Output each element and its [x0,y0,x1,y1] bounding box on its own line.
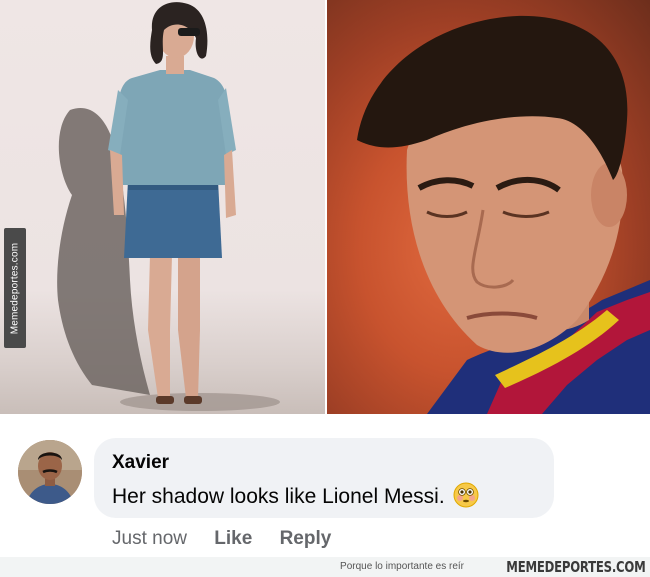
footer-bar: Porque lo importante es reír MEMEDEPORTE… [0,557,650,577]
woman-illustration [57,2,280,411]
comment-timestamp[interactable]: Just now [112,528,187,549]
footer-brand[interactable]: MEMEDEPORTES.COM [507,558,646,576]
avatar[interactable] [18,440,82,504]
player-photo [327,0,650,414]
reply-button[interactable]: Reply [280,528,332,549]
comment-author[interactable]: Xavier [112,452,169,474]
player-illustration [357,15,650,414]
comment-actions: Just now Like Reply [112,528,353,550]
comment-text: Her shadow looks like Lionel Messi. [112,485,445,508]
flushed-face-emoji-icon [453,482,479,508]
footer-tagline: Porque lo importante es reír [340,561,464,572]
comment-section: Xavier Her shadow looks like Lionel Mess… [0,414,650,557]
woman-photo [0,0,325,414]
side-watermark: Memedeportes.com [4,228,26,348]
like-button[interactable]: Like [214,528,252,549]
comment-body: Her shadow looks like Lionel Messi. [112,482,479,509]
side-watermark-text: Memedeportes.com [9,242,21,334]
comment-bubble: Xavier Her shadow looks like Lionel Mess… [94,438,554,518]
meme-photos: Memedeportes.com [0,0,650,414]
avatar-image [18,440,82,504]
